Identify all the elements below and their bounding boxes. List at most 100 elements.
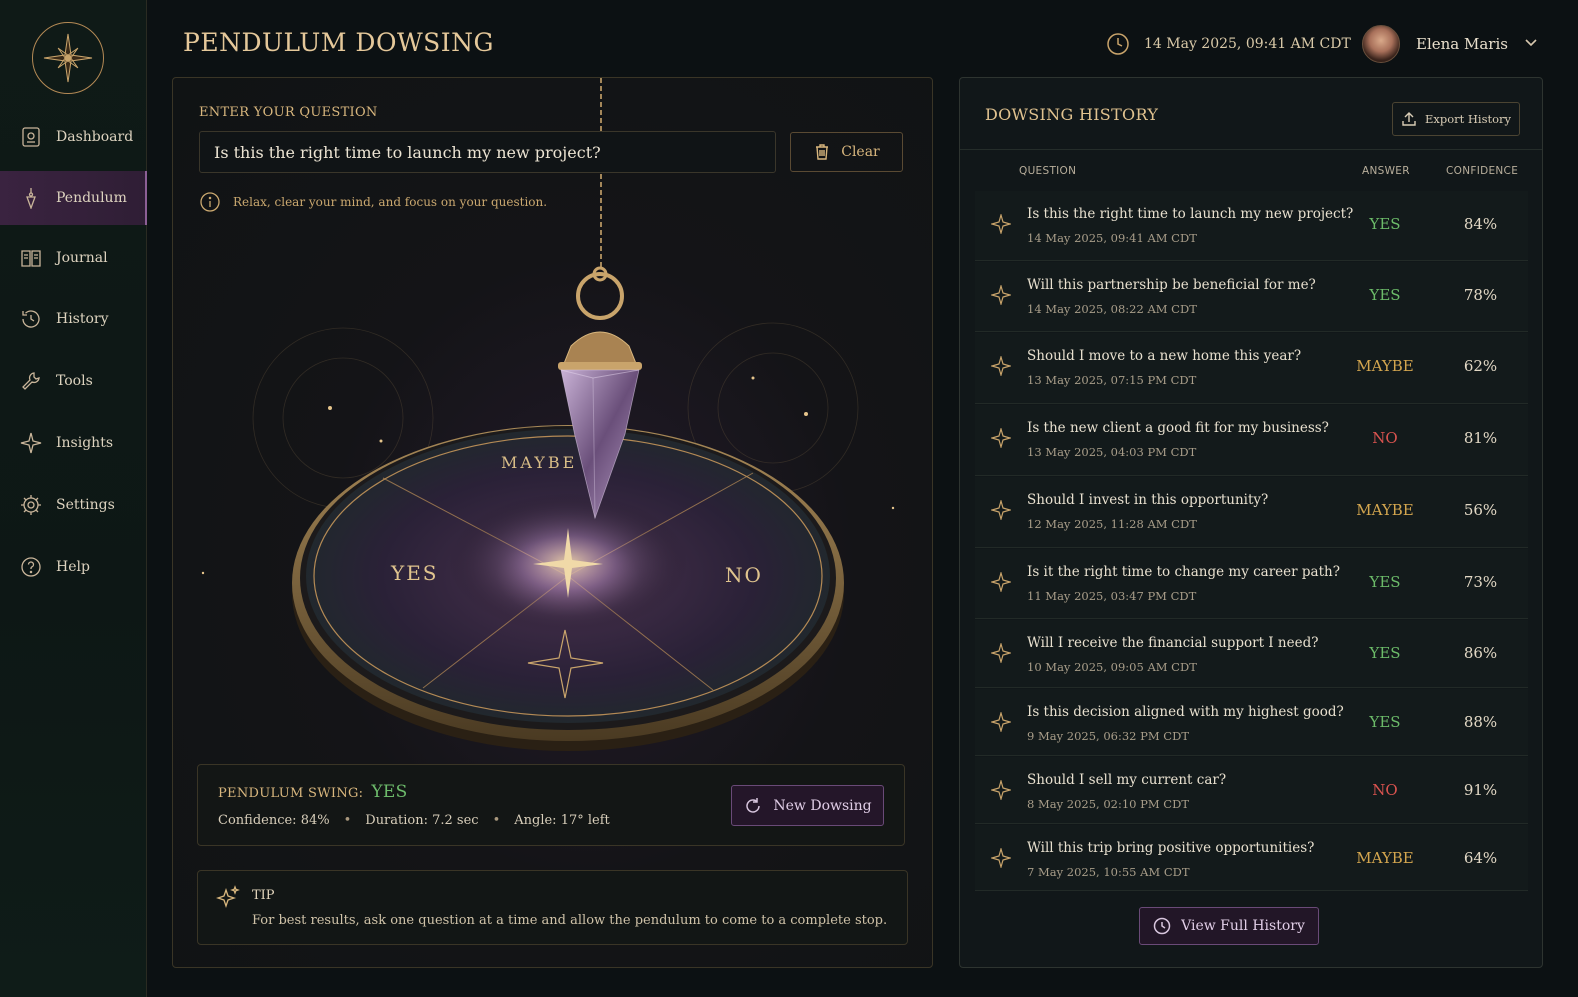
divider — [960, 149, 1542, 150]
sparkle-star-icon — [989, 570, 1013, 594]
sidebar-item-label: Settings — [56, 497, 115, 513]
duration-stat: Duration: 7.2 sec — [365, 813, 479, 828]
history-date: 14 May 2025, 08:22 AM CDT — [1027, 302, 1197, 316]
header-datetime: 14 May 2025, 09:41 AM CDT — [1106, 32, 1351, 56]
history-confidence: 88% — [1463, 713, 1498, 731]
history-question: Should I move to a new home this year? — [1027, 348, 1302, 364]
history-date: 10 May 2025, 09:05 AM CDT — [1027, 660, 1197, 674]
swing-label: PENDULUM SWING: YES — [218, 782, 408, 802]
history-date: 12 May 2025, 11:28 AM CDT — [1027, 517, 1197, 531]
user-menu[interactable]: Elena Maris — [1362, 25, 1538, 63]
clock-icon — [1153, 917, 1171, 935]
sparkle-star-icon — [989, 846, 1013, 870]
history-row[interactable]: Is the new client a good fit for my busi… — [975, 405, 1528, 476]
settings-icon — [20, 494, 42, 516]
pendulum-icon — [20, 187, 42, 209]
separator: • — [492, 813, 501, 828]
sidebar-item-help[interactable]: Help — [0, 540, 147, 594]
compass-star-logo[interactable] — [32, 22, 104, 94]
history-row[interactable]: Is this the right time to launch my new … — [975, 191, 1528, 261]
question-input[interactable] — [199, 131, 776, 173]
board-maybe-label: MAYBE — [501, 453, 577, 472]
sidebar-item-journal[interactable]: Journal — [0, 231, 147, 285]
history-confidence: 78% — [1463, 286, 1498, 304]
swing-value: YES — [371, 782, 408, 802]
history-row[interactable]: Will I receive the financial support I n… — [975, 620, 1528, 688]
page-title: PENDULUM DOWSING — [183, 28, 494, 57]
upload-icon — [1402, 112, 1416, 126]
clock-icon — [1107, 33, 1129, 55]
new-dowsing-label: New Dowsing — [773, 797, 872, 814]
export-history-button[interactable]: Export History — [1392, 102, 1520, 136]
sidebar-item-history[interactable]: History — [0, 292, 147, 346]
history-date: 7 May 2025, 10:55 AM CDT — [1027, 865, 1190, 879]
history-confidence: 73% — [1463, 573, 1498, 591]
info-icon — [200, 192, 220, 212]
sidebar-item-label: Help — [56, 559, 90, 575]
history-question: Should I invest in this opportunity? — [1027, 492, 1269, 508]
history-row[interactable]: Should I move to a new home this year? 13… — [975, 333, 1528, 404]
dashboard-icon — [20, 126, 42, 148]
history-row[interactable]: Should I sell my current car? 8 May 2025,… — [975, 757, 1528, 824]
user-name: Elena Maris — [1416, 35, 1508, 53]
journal-icon — [20, 247, 42, 269]
question-hint: Relax, clear your mind, and focus on you… — [199, 191, 547, 213]
sparkle-star-icon — [989, 354, 1013, 378]
history-question: Is this decision aligned with my highest… — [1027, 704, 1344, 720]
tip-text: For best results, ask one question at a … — [252, 913, 888, 928]
board-no-label: NO — [725, 563, 763, 587]
history-list: Is this the right time to launch my new … — [975, 191, 1528, 892]
history-row[interactable]: Is it the right time to change my career… — [975, 549, 1528, 619]
history-question: Will this partnership be beneficial for … — [1027, 277, 1316, 293]
history-answer: YES — [1369, 644, 1401, 662]
sidebar-item-label: History — [56, 311, 109, 327]
help-icon — [20, 556, 42, 578]
tip-title: TIP — [252, 888, 275, 903]
sidebar-item-label: Dashboard — [56, 129, 134, 145]
history-answer: MAYBE — [1356, 849, 1414, 867]
question-label: ENTER YOUR QUESTION — [199, 105, 378, 120]
sidebar-item-insights[interactable]: Insights — [0, 416, 147, 470]
history-row[interactable]: Is this decision aligned with my highest… — [975, 689, 1528, 756]
sidebar-item-label: Tools — [56, 373, 93, 389]
history-confidence: 64% — [1463, 849, 1498, 867]
history-answer: NO — [1372, 781, 1398, 799]
view-full-history-button[interactable]: View Full History — [1139, 907, 1319, 945]
clear-button[interactable]: Clear — [790, 132, 903, 172]
history-row[interactable]: Will this partnership be beneficial for … — [975, 262, 1528, 332]
history-confidence: 84% — [1463, 215, 1498, 233]
swing-stats: Confidence: 84% • Duration: 7.2 sec • An… — [218, 813, 610, 828]
sidebar-item-dashboard[interactable]: Dashboard — [0, 110, 147, 164]
sparkle-icon — [215, 885, 240, 909]
history-answer: YES — [1369, 215, 1401, 233]
result-box: PENDULUM SWING: YES Confidence: 84% • Du… — [197, 764, 905, 846]
compass-star-icon — [43, 33, 93, 83]
sparkle-star-icon — [989, 426, 1013, 450]
sidebar-item-pendulum[interactable]: Pendulum — [0, 171, 147, 225]
history-confidence: 91% — [1463, 781, 1498, 799]
sidebar: Dashboard Pendulum Journal History Tools… — [0, 0, 147, 997]
tools-icon — [20, 370, 42, 392]
chevron-down-icon[interactable] — [1524, 35, 1538, 53]
pendulum-panel: YES NO MAYBE ENTER YOUR QUESTION Clear R… — [172, 77, 933, 968]
history-confidence: 86% — [1463, 644, 1498, 662]
sidebar-item-label: Journal — [56, 250, 108, 266]
history-title: DOWSING HISTORY — [985, 105, 1159, 124]
sidebar-item-tools[interactable]: Tools — [0, 354, 147, 408]
sidebar-item-label: Pendulum — [56, 190, 127, 206]
sparkle-star-icon — [989, 212, 1013, 236]
sidebar-item-label: Insights — [56, 435, 113, 451]
history-question: Is it the right time to change my career… — [1027, 564, 1340, 580]
clear-label: Clear — [841, 144, 880, 160]
view-full-label: View Full History — [1181, 918, 1305, 934]
history-row[interactable]: Will this trip bring positive opportunit… — [975, 825, 1528, 891]
new-dowsing-button[interactable]: New Dowsing — [731, 785, 884, 826]
history-date: 9 May 2025, 06:32 PM CDT — [1027, 729, 1189, 743]
history-question: Is the new client a good fit for my busi… — [1027, 420, 1329, 436]
sidebar-item-settings[interactable]: Settings — [0, 478, 147, 532]
trash-icon — [816, 144, 829, 160]
history-answer: MAYBE — [1356, 501, 1414, 519]
history-row[interactable]: Should I invest in this opportunity? 12 M… — [975, 477, 1528, 548]
history-answer: YES — [1369, 713, 1401, 731]
history-confidence: 81% — [1463, 429, 1498, 447]
